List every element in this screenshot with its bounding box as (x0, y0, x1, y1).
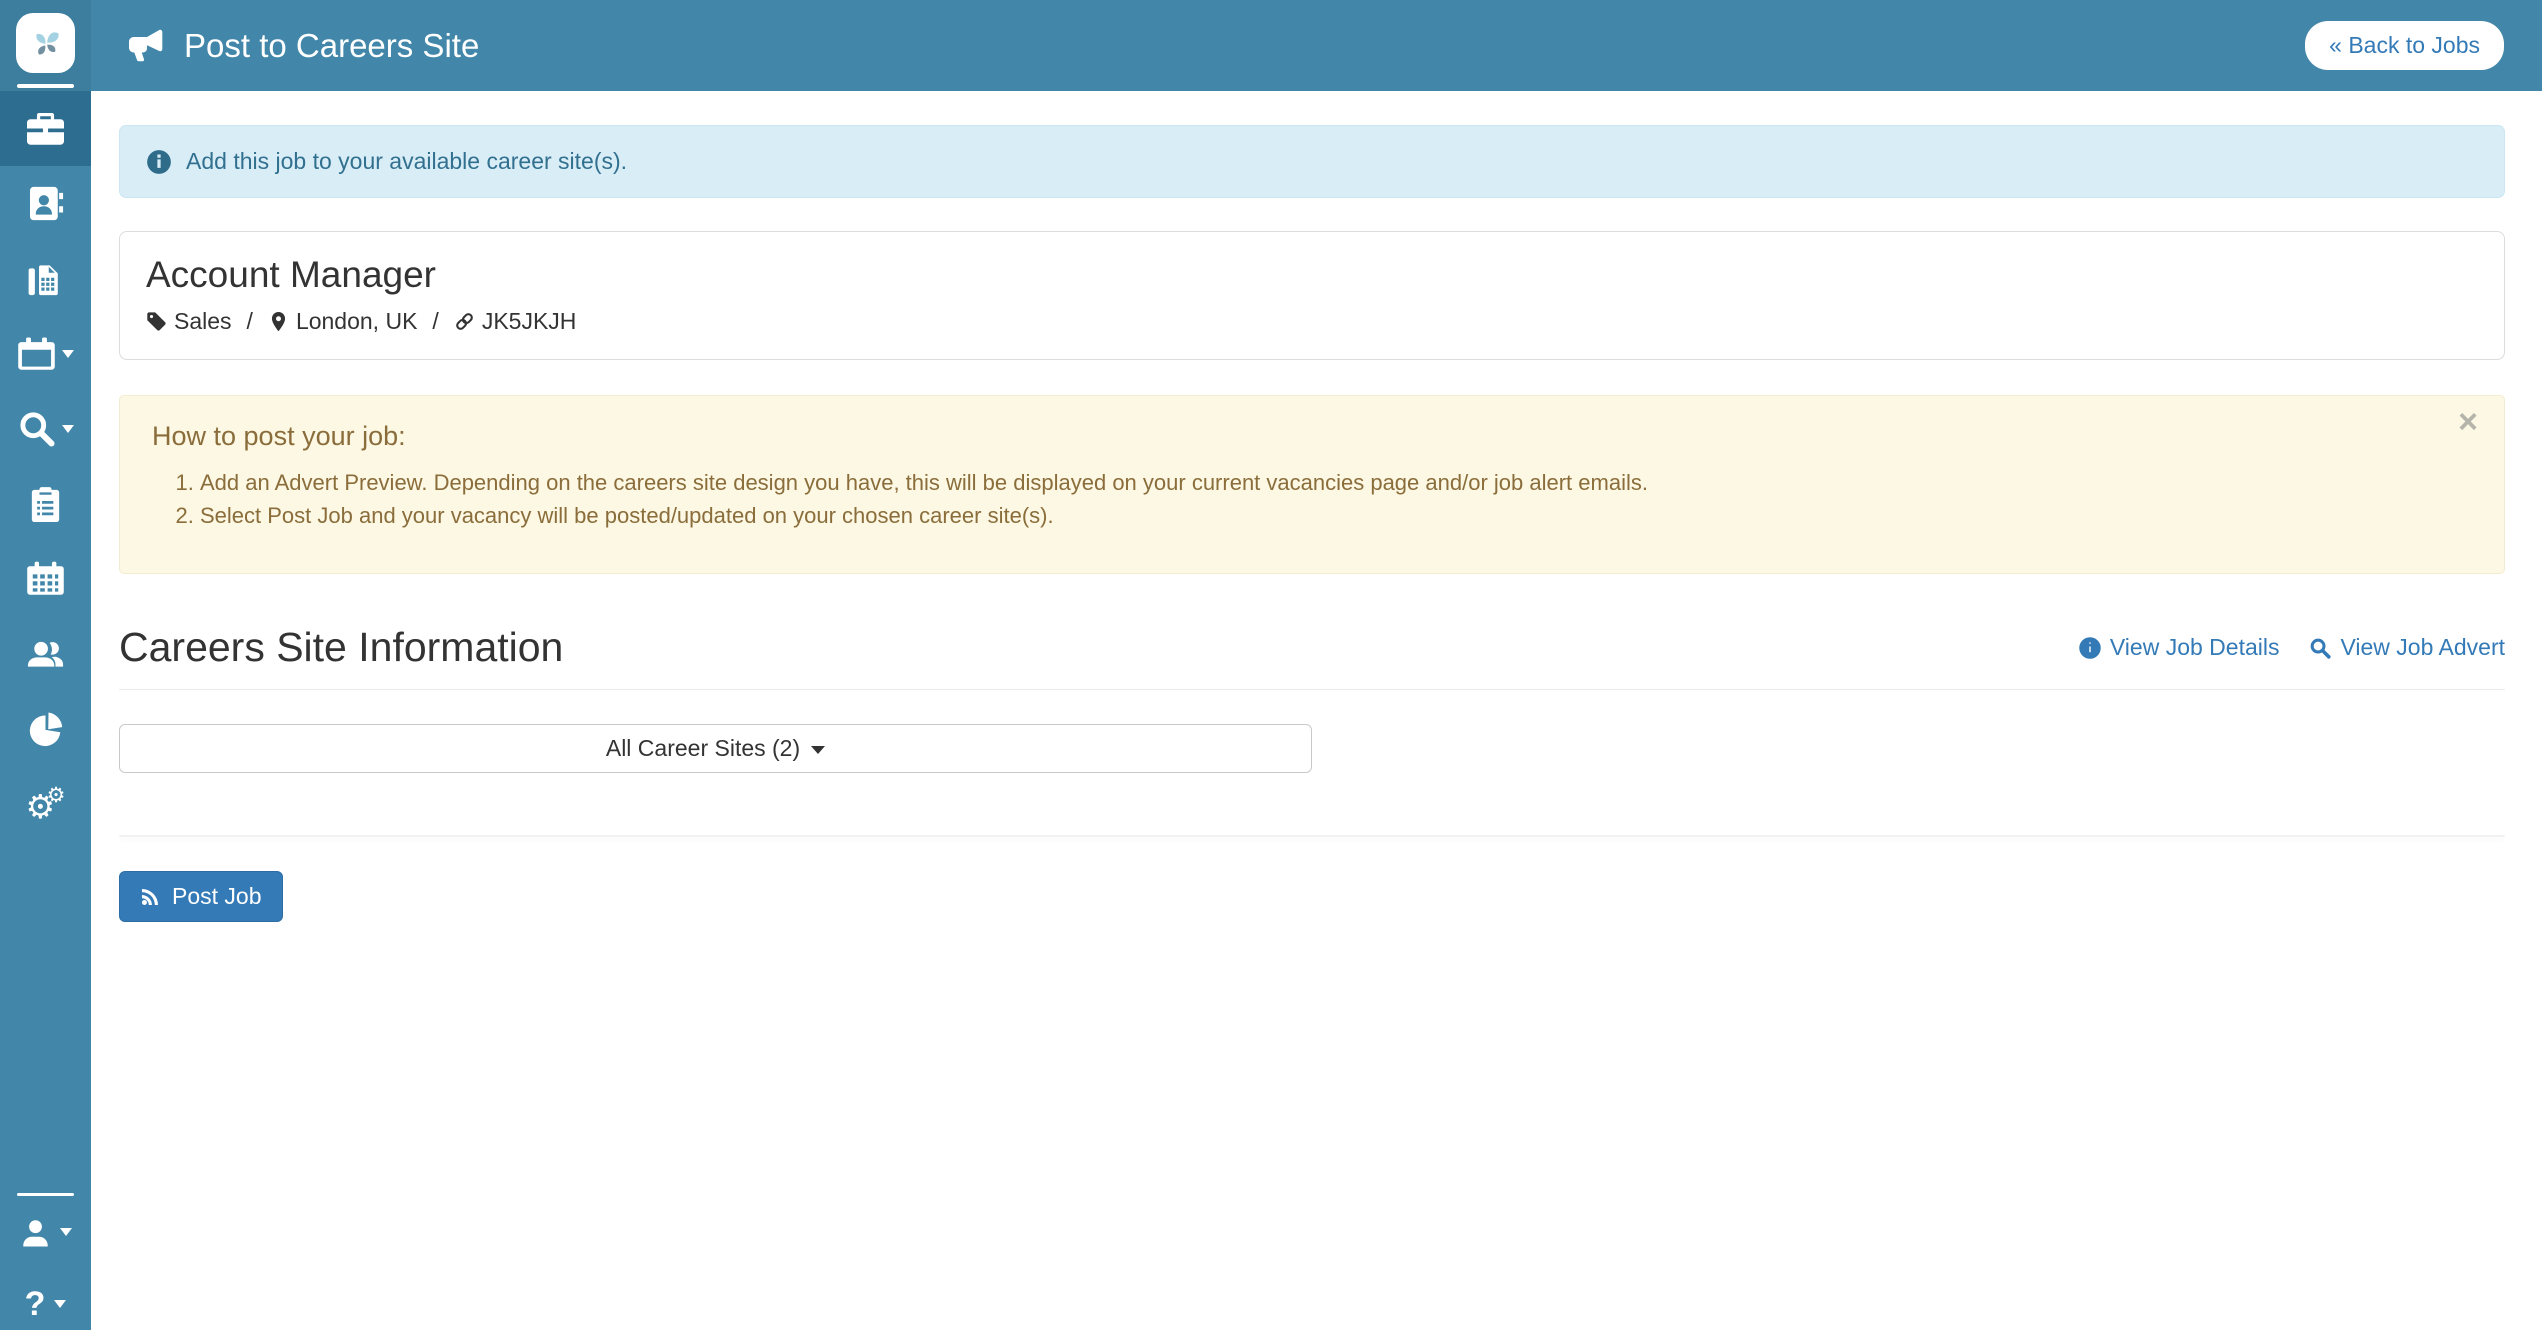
careers-section-title: Careers Site Information (119, 624, 563, 671)
main-content: Add this job to your available career si… (91, 91, 2542, 922)
sidebar-item-schedule[interactable] (0, 541, 91, 616)
view-job-advert-link[interactable]: View Job Advert (2309, 634, 2505, 661)
logo-underline (17, 84, 74, 88)
pie-chart-icon (27, 710, 64, 747)
butterfly-logo-icon (16, 13, 75, 73)
job-title: Account Manager (146, 254, 2478, 296)
close-icon[interactable]: × (2452, 404, 2484, 440)
user-icon (20, 1217, 51, 1248)
tag-icon (146, 311, 167, 332)
search-icon (18, 410, 55, 447)
clipboard-list-icon (27, 485, 64, 522)
caret-down-icon (811, 746, 825, 754)
calendar-outline-icon (18, 335, 55, 372)
sidebar-item-users[interactable] (0, 616, 91, 691)
briefcase-icon (27, 110, 64, 147)
caret-down-icon (62, 350, 74, 358)
caret-down-icon (62, 425, 74, 433)
sidebar-bottom: ? (0, 1193, 91, 1340)
sidebar-item-clients[interactable] (0, 241, 91, 316)
fax-icon (27, 260, 64, 297)
caret-down-icon (54, 1300, 66, 1308)
calendar-grid-icon (27, 560, 64, 597)
sidebar-item-reports[interactable] (0, 691, 91, 766)
bullhorn-icon (129, 27, 166, 64)
info-circle-icon (2079, 637, 2101, 659)
address-book-icon (27, 185, 64, 222)
job-reference: JK5JKJH (454, 308, 577, 335)
caret-down-icon (60, 1228, 72, 1236)
sidebar: ⚙ ⚙ ? (0, 0, 91, 1330)
howto-step: Add an Advert Preview. Depending on the … (200, 469, 2472, 497)
sidebar-item-jobs[interactable] (0, 91, 91, 166)
gears-icon: ⚙ ⚙ (26, 785, 66, 823)
howto-panel: × How to post your job: Add an Advert Pr… (119, 395, 2505, 574)
job-card: Account Manager Sales / London, UK / (119, 231, 2505, 360)
users-icon (27, 635, 64, 672)
sidebar-item-settings[interactable]: ⚙ ⚙ (0, 766, 91, 841)
rss-icon (140, 886, 161, 907)
link-icon (454, 311, 475, 332)
howto-step: Select Post Job and your vacancy will be… (200, 502, 2472, 530)
back-to-jobs-button[interactable]: « Back to Jobs (2305, 21, 2504, 70)
app-logo[interactable] (0, 0, 91, 91)
sidebar-item-candidates[interactable] (0, 166, 91, 241)
sidebar-item-calendar[interactable] (0, 316, 91, 391)
page-title-text: Post to Careers Site (184, 27, 479, 65)
info-circle-icon (146, 149, 172, 175)
info-alert-text: Add this job to your available career si… (186, 148, 627, 175)
info-alert: Add this job to your available career si… (119, 125, 2505, 198)
section-links: View Job Details View Job Advert (2079, 634, 2505, 661)
magnifier-icon (2309, 637, 2331, 659)
job-location: London, UK (268, 308, 417, 335)
section-divider (119, 835, 2505, 837)
user-menu[interactable] (0, 1196, 91, 1268)
career-sites-dropdown-label: All Career Sites (2) (606, 735, 800, 762)
meta-separator: / (247, 308, 253, 335)
sidebar-item-search[interactable] (0, 391, 91, 466)
meta-separator: / (432, 308, 438, 335)
careers-section-header: Careers Site Information View Job Detail… (119, 624, 2505, 690)
page-title: Post to Careers Site (129, 27, 479, 65)
job-department: Sales (146, 308, 232, 335)
help-menu[interactable]: ? (0, 1268, 91, 1340)
howto-heading: How to post your job: (152, 421, 2472, 452)
map-marker-icon (268, 311, 289, 332)
sidebar-item-tasks[interactable] (0, 466, 91, 541)
view-job-details-link[interactable]: View Job Details (2079, 634, 2280, 661)
career-sites-dropdown[interactable]: All Career Sites (2) (119, 724, 1312, 773)
question-mark-icon: ? (25, 1287, 46, 1321)
post-job-button[interactable]: Post Job (119, 871, 283, 922)
howto-steps: Add an Advert Preview. Depending on the … (152, 469, 2472, 530)
job-meta: Sales / London, UK / JK5JKJH (146, 308, 2478, 335)
page-header: Post to Careers Site « Back to Jobs (91, 0, 2542, 91)
